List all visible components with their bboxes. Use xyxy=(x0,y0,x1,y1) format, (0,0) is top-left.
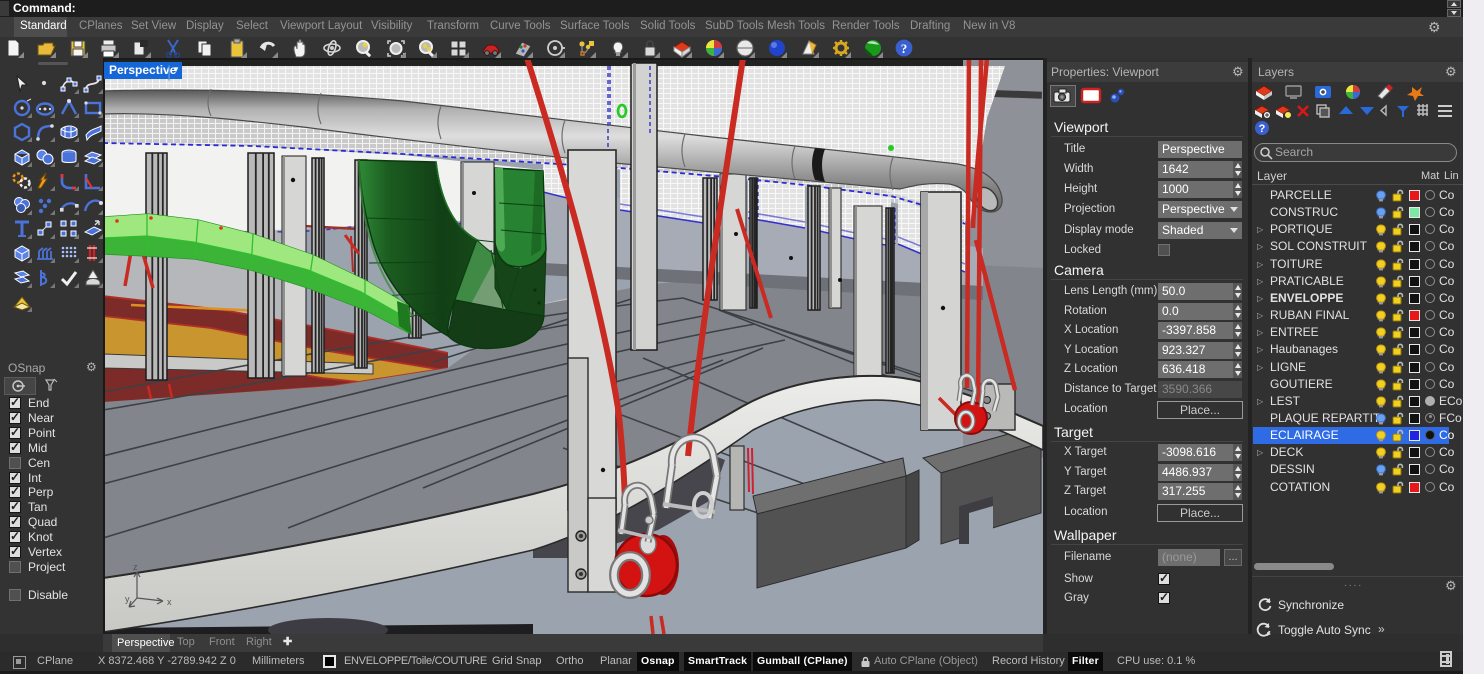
svg-text:z: z xyxy=(133,562,138,572)
svg-text:?: ? xyxy=(1259,123,1266,135)
svg-text:y: y xyxy=(125,594,130,604)
svg-text:?: ? xyxy=(901,41,908,56)
svg-text:x: x xyxy=(167,597,172,607)
